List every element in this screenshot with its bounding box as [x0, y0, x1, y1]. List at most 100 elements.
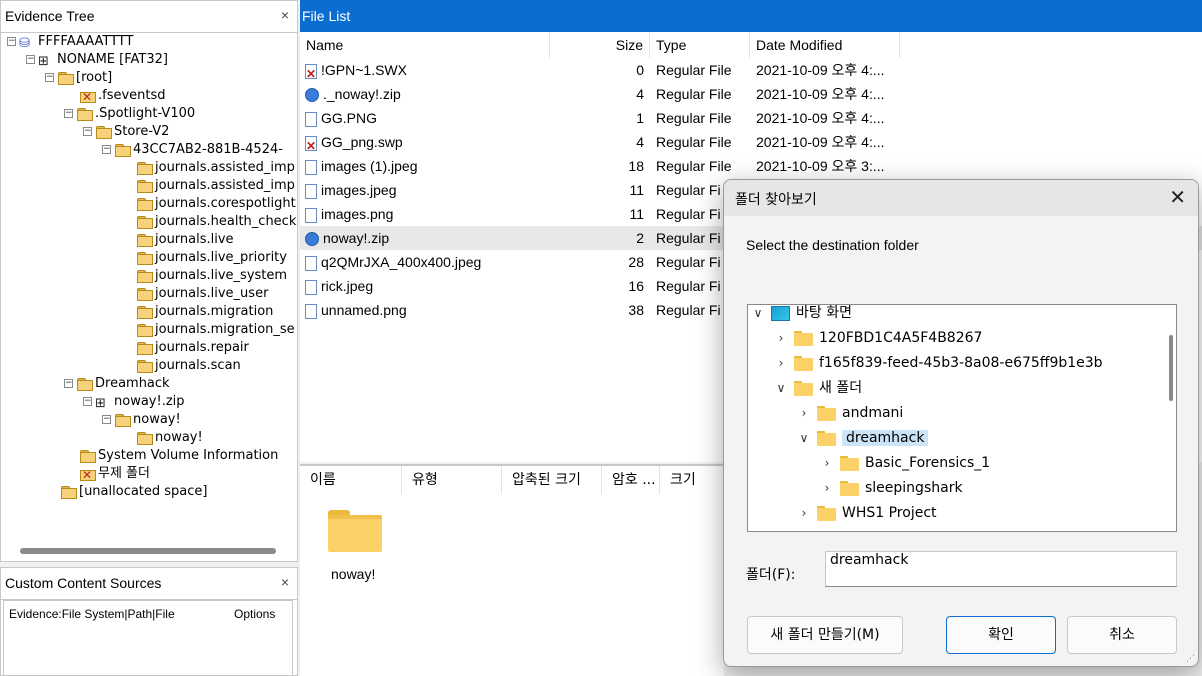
ccs-column-options[interactable]: Options	[234, 607, 275, 621]
tree-node[interactable]: journals.repair	[121, 339, 249, 357]
tree-node[interactable]: − ⛁ FFFFAAAATTTT	[7, 33, 133, 51]
preview-column-password[interactable]: 암호 ...	[602, 466, 660, 494]
tree-node-label: FFFFAAAATTTT	[38, 34, 134, 49]
cancel-button[interactable]: 취소	[1067, 616, 1177, 654]
chevron-right-icon[interactable]: ›	[797, 401, 811, 425]
folder-tree-scrollbar[interactable]	[1169, 335, 1173, 401]
dialog-titlebar[interactable]: 폴더 찾아보기 ✕	[724, 180, 1198, 216]
tree-node[interactable]: journals.scan	[121, 357, 241, 375]
tree-node[interactable]: − 43CC7AB2-881B-4524-	[102, 141, 283, 159]
tree-node[interactable]: journals.health_check	[121, 213, 296, 231]
tree-node[interactable]: journals.migration_se	[121, 321, 295, 339]
resize-grip-icon[interactable]: ⋰	[1186, 654, 1196, 664]
collapse-icon[interactable]: −	[83, 127, 92, 136]
tree-node[interactable]: .fseventsd	[64, 87, 166, 106]
chevron-right-icon[interactable]: ›	[820, 476, 834, 500]
folder-tree-node[interactable]: ∨ 바탕 화면	[751, 305, 852, 325]
folder-tree-label: 바탕 화면	[796, 305, 852, 321]
folder-tree-node[interactable]: › Basic_Forensics_1	[820, 451, 991, 475]
tree-node[interactable]: journals.live	[121, 231, 234, 249]
tree-node[interactable]: − noway!	[102, 411, 181, 429]
folder-tree-node[interactable]: › sleepingshark	[820, 476, 963, 500]
collapse-icon[interactable]: −	[102, 415, 111, 424]
file-type: Regular File	[656, 62, 732, 78]
tree-node[interactable]: 무제 폴더	[64, 465, 150, 484]
collapse-icon[interactable]: −	[64, 379, 73, 388]
preview-column-type[interactable]: 유형	[402, 466, 502, 494]
tree-node-label: journals.live	[155, 232, 234, 247]
tree-node[interactable]: − [root]	[45, 69, 112, 87]
chevron-down-icon[interactable]: ∨	[797, 426, 811, 450]
folder-field[interactable]: dreamhack	[825, 551, 1177, 587]
ok-button[interactable]: 확인	[946, 616, 1056, 654]
folder-tree-node[interactable]: ∨ dreamhack	[797, 426, 929, 450]
tree-node[interactable]: journals.live_user	[121, 285, 268, 303]
collapse-icon[interactable]: −	[45, 73, 54, 82]
collapse-icon[interactable]: −	[26, 55, 35, 64]
desktop-icon	[771, 305, 790, 321]
tree-node[interactable]: − ⊞ NONAME [FAT32]	[26, 51, 168, 69]
tree-node[interactable]: − ⊞ noway!.zip	[83, 393, 185, 411]
chevron-down-icon[interactable]: ∨	[751, 305, 765, 325]
collapse-icon[interactable]: −	[64, 109, 73, 118]
tree-node-label: noway!	[133, 412, 181, 427]
folder-tree-node[interactable]: ∨ 새 폴더	[774, 376, 863, 400]
preview-column-compressed-size[interactable]: 압축된 크기	[502, 466, 602, 494]
evidence-tree-close-icon[interactable]: ×	[281, 7, 289, 23]
new-folder-button[interactable]: 새 폴더 만들기(M)	[747, 616, 903, 654]
tree-node[interactable]: System Volume Information	[64, 447, 278, 465]
file-row[interactable]: ._noway!.zip 4 Regular File 2021-10-09 오후 4…	[300, 82, 1202, 106]
column-header-type[interactable]: Type	[650, 32, 750, 58]
custom-content-sources-close-icon[interactable]: ×	[281, 574, 289, 590]
chevron-right-icon[interactable]: ›	[774, 351, 788, 375]
folder-tree-node[interactable]: › 120FBD1C4A5F4B8267	[774, 326, 983, 350]
tree-node[interactable]: journals.corespotlight	[121, 195, 296, 213]
tree-node[interactable]: noway!	[121, 429, 203, 447]
preview-column-size[interactable]: 크기	[660, 466, 724, 494]
collapse-icon[interactable]: −	[83, 397, 92, 406]
file-row[interactable]: GG.PNG 1 Regular File 2021-10-09 오후 4:...	[300, 106, 1202, 130]
file-size: 28	[628, 254, 644, 270]
folder-tree[interactable]: ∨ 바탕 화면 › 120FBD1C4A5F4B8267 › f165f839-feed-…	[747, 304, 1177, 532]
chevron-right-icon[interactable]: ›	[797, 501, 811, 525]
evidence-tree-panel: Evidence Tree × − ⛁ FFFFAAAATTTT − ⊞ NONAME […	[0, 0, 298, 562]
tree-node[interactable]: − Store-V2	[83, 123, 169, 141]
folder-tree-node[interactable]: › f165f839-feed-45b3-8a08-e675ff9b1e3b	[774, 351, 1103, 375]
preview-column-name[interactable]: 이름	[300, 466, 402, 494]
chevron-right-icon[interactable]: ›	[774, 326, 788, 350]
evidence-tree[interactable]: −⛁FFFFAAAATTTT−⊞NONAME [FAT32]−[root].fs…	[1, 33, 297, 539]
evidence-tree-hscrollbar[interactable]	[20, 548, 276, 554]
column-header-date[interactable]: Date Modified	[750, 32, 900, 58]
folder-tree-node[interactable]: › WHS1 Project	[797, 501, 937, 525]
file-size: 11	[629, 182, 644, 198]
column-header-name[interactable]: Name	[300, 32, 550, 58]
chevron-right-icon[interactable]: ›	[820, 451, 834, 475]
folder-tree-node[interactable]: › andmani	[797, 401, 904, 425]
chevron-down-icon[interactable]: ∨	[774, 376, 788, 400]
folder-tree-label: sleepingshark	[865, 480, 963, 496]
dialog-close-icon[interactable]: ✕	[1169, 185, 1186, 209]
file-size: 11	[629, 206, 644, 222]
tree-node[interactable]: [unallocated space]	[45, 483, 208, 501]
folder-icon	[840, 455, 859, 471]
collapse-icon[interactable]: −	[7, 37, 16, 46]
tree-node[interactable]: journals.migration	[121, 303, 273, 321]
deleted-folder-icon	[79, 88, 96, 106]
tree-node[interactable]: journals.live_priority	[121, 249, 287, 267]
file-row[interactable]: GG_png.swp 4 Regular File 2021-10-09 오후 4:.…	[300, 130, 1202, 154]
preview-item-label[interactable]: noway!	[331, 566, 375, 582]
file-row[interactable]: images (1).jpeg 18 Regular File 2021-10-09 …	[300, 154, 1202, 178]
large-folder-icon[interactable]	[328, 510, 382, 552]
file-name: q2QMrJXA_400x400.jpeg	[321, 254, 482, 270]
file-row[interactable]: !GPN~1.SWX 0 Regular File 2021-10-09 오후 4:.…	[300, 58, 1202, 82]
column-header-size[interactable]: Size	[550, 32, 650, 58]
tree-node[interactable]: − .Spotlight-V100	[64, 105, 195, 123]
tree-node[interactable]: journals.assisted_imp	[121, 177, 295, 195]
file-icon	[305, 183, 317, 199]
ccs-column-evidence[interactable]: Evidence:File System|Path|File	[9, 607, 175, 621]
collapse-icon[interactable]: −	[102, 145, 111, 154]
tree-node[interactable]: journals.assisted_imp	[121, 159, 295, 177]
tree-node[interactable]: journals.live_system	[121, 267, 287, 285]
tree-node[interactable]: − Dreamhack	[64, 375, 170, 393]
file-size: 0	[636, 62, 644, 78]
